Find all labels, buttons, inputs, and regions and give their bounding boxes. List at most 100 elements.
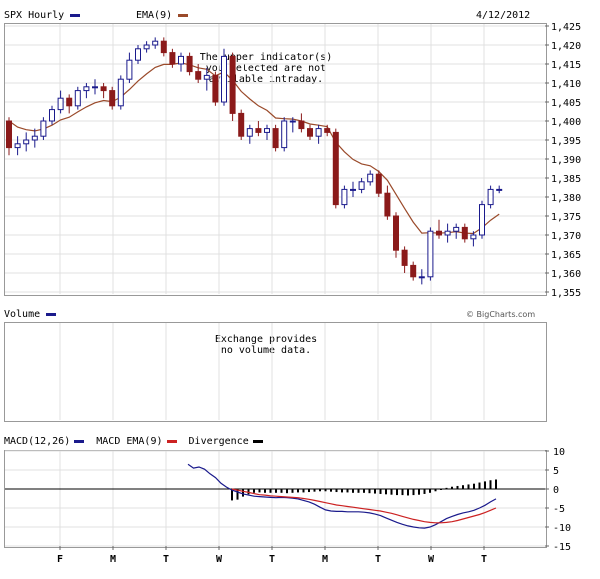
divergence-bar — [357, 489, 360, 493]
divergence-bar — [319, 489, 321, 492]
divergence-bar — [330, 489, 332, 492]
price-y-tick-label: 1,355 — [551, 288, 581, 299]
candle-body — [83, 86, 90, 92]
macd-y-tick-label: 0 — [553, 485, 559, 496]
divergence-bar — [258, 489, 261, 493]
divergence-bar — [396, 489, 398, 496]
divergence-bar — [368, 489, 371, 494]
candle-body — [461, 226, 468, 240]
divergence-bar — [264, 489, 266, 493]
candle-body — [238, 112, 245, 137]
candle-body — [418, 276, 425, 279]
divergence-bar — [462, 485, 464, 489]
candle-body — [289, 120, 296, 123]
candle-body — [152, 40, 159, 46]
divergence-bar — [253, 489, 255, 493]
divergence-bar — [341, 489, 343, 493]
divergence-bar — [363, 489, 365, 493]
candle-body — [307, 128, 313, 137]
x-tick-label: T — [163, 554, 169, 565]
divergence-bar — [451, 486, 453, 489]
x-tick-label: T — [481, 554, 487, 565]
candle-body — [332, 131, 339, 206]
divergence-bar — [269, 489, 272, 493]
candle-body — [341, 188, 348, 206]
candle-body — [470, 234, 477, 240]
price-y-tick-label: 1,415 — [551, 60, 581, 71]
candle-body — [57, 97, 64, 111]
candle-body — [281, 120, 288, 149]
x-tick-label: W — [428, 554, 435, 565]
candle-body — [31, 135, 38, 141]
divergence-bar — [484, 481, 486, 489]
price-y-tick-label: 1,365 — [551, 250, 581, 261]
divergence-bar — [308, 489, 310, 493]
divergence-bar — [478, 482, 481, 489]
candle-body — [126, 59, 133, 80]
divergence-bar — [379, 489, 382, 494]
price-y-tick-label: 1,405 — [551, 98, 581, 109]
candle-body — [186, 55, 193, 73]
candle-body — [358, 181, 365, 190]
candle-body — [444, 230, 451, 236]
price-y-tick-label: 1,375 — [551, 212, 581, 223]
candle-body — [221, 55, 227, 103]
candle-body — [178, 55, 184, 65]
divergence-bar — [456, 485, 459, 489]
macd-y-tick-label: -10 — [553, 523, 571, 534]
divergence-bar — [346, 489, 349, 493]
divergence-bar — [291, 489, 294, 493]
divergence-bar — [374, 489, 376, 494]
divergence-bar — [434, 489, 437, 492]
divergence-bar — [445, 487, 448, 489]
x-tick-label: F — [57, 554, 63, 565]
divergence-bar — [297, 489, 299, 493]
candle-body — [14, 143, 21, 149]
divergence-bar — [418, 489, 420, 495]
divergence-bar — [313, 489, 316, 492]
x-tick-label: W — [216, 554, 223, 565]
candle-body — [350, 188, 356, 191]
candle-body — [160, 40, 167, 54]
price-y-tick-label: 1,380 — [551, 193, 581, 204]
candle-body — [255, 128, 262, 133]
divergence-bar — [495, 479, 497, 489]
price-y-tick-label: 1,395 — [551, 136, 581, 147]
candle-body — [496, 188, 503, 191]
candle-body — [229, 55, 236, 114]
chart-canvas: 1,425 1,420 1,415 1,410 1,405 1,400 1,395 1,390… — [5, 22, 581, 565]
candle-body — [92, 86, 98, 89]
candle-body — [298, 120, 305, 130]
x-tick-label: T — [269, 554, 275, 565]
candle-body — [49, 109, 55, 122]
x-tick-label: M — [110, 554, 116, 565]
divergence-bar — [280, 489, 283, 493]
candle-body — [479, 204, 485, 236]
divergence-bar — [390, 489, 393, 495]
divergence-bar — [423, 489, 426, 494]
divergence-bar — [412, 489, 415, 496]
price-y-tick-label: 1,420 — [551, 41, 581, 52]
candle-body — [324, 128, 331, 133]
divergence-bar — [440, 489, 442, 490]
divergence-bar — [401, 489, 404, 496]
divergence-bar — [473, 483, 475, 489]
divergence-bar — [467, 484, 470, 489]
price-y-tick-label: 1,360 — [551, 269, 581, 280]
candle-body — [453, 226, 460, 232]
price-y-tick-label: 1,400 — [551, 117, 581, 128]
candle-body — [315, 128, 322, 137]
candle-body — [169, 52, 176, 65]
macd-y-tick-label: -15 — [553, 542, 571, 553]
price-y-tick-label: 1,410 — [551, 79, 581, 90]
divergence-bar — [242, 489, 244, 497]
divergence-bar — [429, 489, 431, 493]
candle-body — [117, 78, 124, 107]
divergence-bar — [489, 480, 492, 489]
candle-body — [367, 173, 374, 183]
divergence-bar — [335, 489, 338, 493]
candle-body — [195, 71, 202, 80]
candle-body — [74, 90, 81, 107]
candle-body — [436, 230, 442, 236]
macd-y-tick-label: 5 — [553, 466, 559, 477]
